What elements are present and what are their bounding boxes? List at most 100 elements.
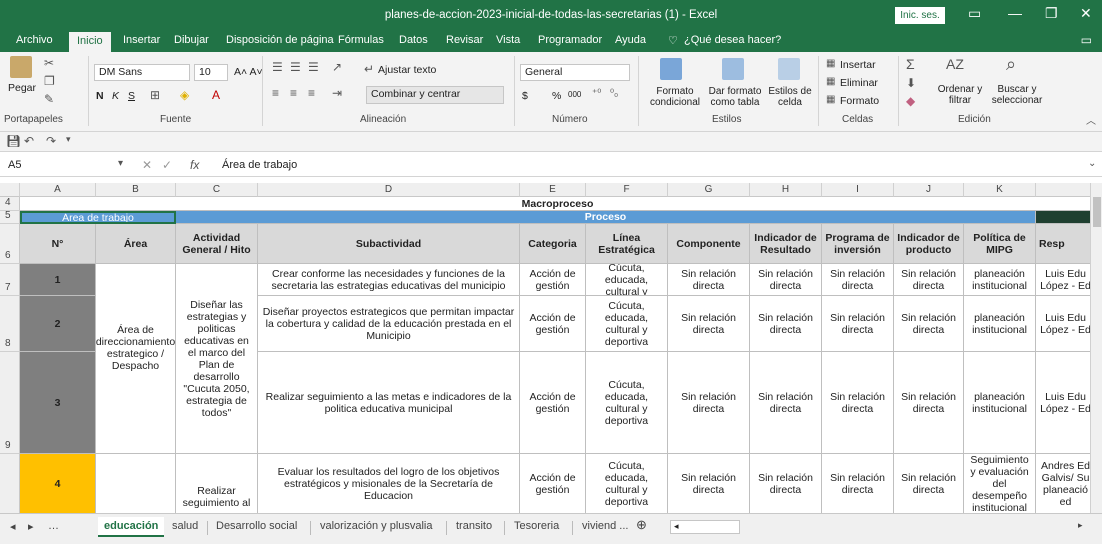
align-middle-icon[interactable]: ☰ bbox=[290, 60, 301, 74]
row-number-cell[interactable]: 3 bbox=[20, 352, 96, 454]
linea-cell[interactable]: Cúcuta, educada, cultural y bbox=[586, 264, 668, 296]
area-cell-2[interactable] bbox=[96, 454, 176, 513]
column-header-c[interactable]: C bbox=[176, 183, 258, 197]
format-cells-icon[interactable]: ▦ bbox=[826, 94, 835, 105]
indicador-resultado-cell[interactable]: Sin relación directa bbox=[750, 296, 822, 352]
header-indicador-resultado[interactable]: Indicador de Resultado bbox=[750, 224, 822, 264]
paste-label[interactable]: Pegar bbox=[8, 82, 36, 94]
politica-cell[interactable]: planeación institucional bbox=[964, 352, 1036, 454]
sheet-tab-valorizacion[interactable]: valorización y plusvalia bbox=[320, 520, 433, 532]
tab-inicio[interactable]: Inicio bbox=[69, 32, 111, 52]
delete-cells-button[interactable]: Eliminar bbox=[840, 77, 878, 89]
responsable-cell[interactable]: Luis Edu López - Ed bbox=[1036, 264, 1090, 296]
tab-dibujar[interactable]: Dibujar bbox=[174, 34, 209, 46]
paste-icon[interactable] bbox=[10, 56, 32, 78]
horizontal-scrollbar[interactable]: ◂ bbox=[670, 520, 740, 534]
macroproceso-cell[interactable]: Macroproceso bbox=[20, 197, 1090, 211]
align-bottom-icon[interactable]: ☰ bbox=[308, 60, 319, 74]
font-color-icon[interactable]: A bbox=[212, 88, 220, 102]
ribbon-display-icon[interactable]: ▭ bbox=[968, 5, 981, 22]
add-sheet-icon[interactable]: ⊕ bbox=[636, 517, 647, 533]
search-icon[interactable]: ⌕ bbox=[1006, 54, 1016, 75]
subactividad-cell[interactable]: Evaluar los resultados del logro de los … bbox=[258, 454, 520, 513]
indicador-producto-cell[interactable]: Sin relación directa bbox=[894, 264, 964, 296]
conditional-format-icon[interactable] bbox=[660, 58, 682, 80]
copy-icon[interactable]: ❐ bbox=[44, 74, 55, 88]
sheet-tab-transito[interactable]: transito bbox=[456, 520, 492, 532]
delete-cells-icon[interactable]: ▦ bbox=[826, 76, 835, 87]
undo-icon[interactable]: ↶ bbox=[24, 134, 34, 148]
format-table-button[interactable]: Dar formato como tabla bbox=[705, 86, 765, 108]
wrap-text-button[interactable]: Ajustar texto bbox=[378, 64, 436, 76]
fill-icon[interactable]: ⬇ bbox=[906, 76, 916, 90]
area-trabajo-cell[interactable]: Área de trabajo bbox=[20, 211, 176, 224]
programa-cell[interactable]: Sin relación directa bbox=[822, 264, 894, 296]
row-number-cell[interactable]: 1 bbox=[20, 264, 96, 296]
header-dark-cell[interactable] bbox=[1036, 211, 1090, 224]
column-header-d[interactable]: D bbox=[258, 183, 520, 197]
header-componente[interactable]: Componente bbox=[668, 224, 750, 264]
format-cells-button[interactable]: Formato bbox=[840, 95, 879, 107]
proceso-cell[interactable]: Proceso bbox=[176, 211, 1036, 224]
wrap-text-icon[interactable]: ↵ bbox=[364, 62, 374, 76]
cut-icon[interactable]: ✂ bbox=[44, 56, 54, 70]
area-cell[interactable]: Área de direccionamiento estrategico / D… bbox=[96, 264, 176, 454]
header-responsable[interactable]: Resp bbox=[1036, 224, 1090, 264]
autosum-icon[interactable]: Σ bbox=[906, 56, 915, 72]
header-politica[interactable]: Política de MIPG bbox=[964, 224, 1036, 264]
row-header-10[interactable] bbox=[0, 454, 20, 513]
row-header-9[interactable]: 9 bbox=[0, 352, 20, 454]
categoria-cell[interactable]: Acción de gestión bbox=[520, 296, 586, 352]
formula-input[interactable]: Área de trabajo bbox=[222, 159, 297, 171]
font-size-select[interactable]: 10 bbox=[194, 64, 228, 81]
column-header-b[interactable]: B bbox=[96, 183, 176, 197]
componente-cell[interactable]: Sin relación directa bbox=[668, 296, 750, 352]
fill-color-icon[interactable]: ◈ bbox=[180, 88, 189, 102]
decrease-decimal-icon[interactable]: ⁰₀ bbox=[610, 88, 618, 99]
row-header-7[interactable]: 7 bbox=[0, 264, 20, 296]
tab-ayuda[interactable]: Ayuda bbox=[615, 34, 646, 46]
column-header-f[interactable]: F bbox=[586, 183, 668, 197]
scroll-left-icon[interactable]: ◂ bbox=[674, 521, 679, 532]
clear-icon[interactable]: ◆ bbox=[906, 94, 915, 108]
row-header-5[interactable]: 5 bbox=[0, 210, 20, 224]
column-header-a[interactable]: A bbox=[20, 183, 96, 197]
bold-button[interactable]: N bbox=[96, 90, 104, 102]
column-header-l[interactable] bbox=[1036, 183, 1090, 197]
number-format-select[interactable]: General bbox=[520, 64, 630, 81]
increase-decimal-icon[interactable]: ⁺⁰ bbox=[592, 88, 601, 99]
indicador-producto-cell[interactable]: Sin relación directa bbox=[894, 352, 964, 454]
underline-button[interactable]: S bbox=[128, 90, 135, 102]
orientation-icon[interactable]: ↗ bbox=[332, 60, 342, 74]
row-header-8[interactable]: 8 bbox=[0, 296, 20, 352]
restore-icon[interactable]: ❐ bbox=[1045, 5, 1058, 22]
cell-styles-icon[interactable] bbox=[778, 58, 800, 80]
column-header-g[interactable]: G bbox=[668, 183, 750, 197]
programa-cell[interactable]: Sin relación directa bbox=[822, 454, 894, 513]
programa-cell[interactable]: Sin relación directa bbox=[822, 296, 894, 352]
vertical-scroll-thumb[interactable] bbox=[1093, 197, 1101, 227]
sign-in-button[interactable]: Inic. ses. bbox=[895, 7, 945, 24]
close-icon[interactable]: ✕ bbox=[1080, 5, 1092, 22]
sheet-tab-desarrollo-social[interactable]: Desarrollo social bbox=[216, 520, 297, 532]
column-header-j[interactable]: J bbox=[894, 183, 964, 197]
prev-sheet-icon[interactable]: ◂ bbox=[10, 520, 16, 533]
indent-icon[interactable]: ⇥ bbox=[332, 86, 342, 100]
componente-cell[interactable]: Sin relación directa bbox=[668, 454, 750, 513]
column-header-h[interactable]: H bbox=[750, 183, 822, 197]
font-name-select[interactable]: DM Sans bbox=[94, 64, 190, 81]
categoria-cell[interactable]: Acción de gestión bbox=[520, 352, 586, 454]
politica-cell[interactable]: Seguimiento y evaluación del desempeño i… bbox=[964, 454, 1036, 513]
column-header-i[interactable]: I bbox=[822, 183, 894, 197]
sheet-tab-educacion[interactable]: educación bbox=[98, 517, 165, 537]
align-right-icon[interactable]: ≡ bbox=[308, 86, 315, 100]
italic-button[interactable]: K bbox=[112, 90, 119, 102]
activity-cell-2[interactable]: Realizar seguimiento al bbox=[176, 454, 258, 513]
header-linea[interactable]: Línea Estratégica bbox=[586, 224, 668, 264]
format-table-icon[interactable] bbox=[722, 58, 744, 80]
name-box[interactable]: A5 bbox=[4, 157, 99, 175]
scroll-right-icon[interactable]: ▸ bbox=[1078, 520, 1083, 531]
align-top-icon[interactable]: ☰ bbox=[272, 60, 283, 74]
spreadsheet-grid[interactable]: A B C D E F G H I J K 4 5 6 7 8 9 Macrop… bbox=[0, 183, 1090, 513]
find-select-button[interactable]: Buscar y seleccionar bbox=[985, 84, 1049, 106]
